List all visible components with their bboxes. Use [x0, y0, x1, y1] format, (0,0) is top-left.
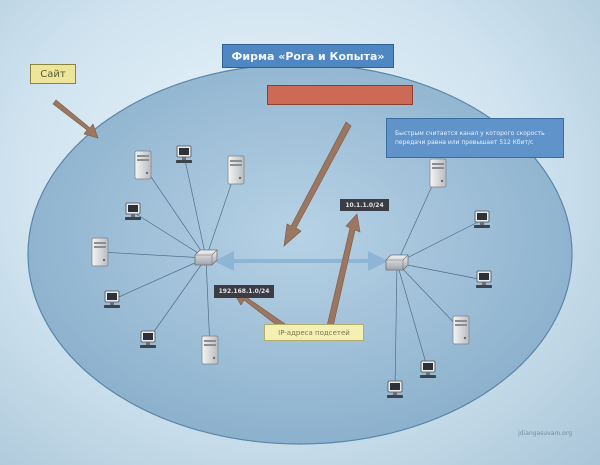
right-server-icon: [429, 158, 447, 188]
subnet-right-label: 10.1.1.0/24: [340, 199, 389, 211]
page-title: Фирма «Рога и Копыта»: [222, 44, 394, 68]
right-workstation-icon: [387, 380, 403, 398]
right-server-icon: [452, 315, 470, 345]
speed-info-line-2: передачи равна или превышает 512 Кбит/с: [395, 139, 534, 146]
speed-info-box: Быстрым считается канал у которого скоро…: [386, 118, 564, 158]
right-workstation-icon: [474, 210, 490, 228]
speed-info-line-1: Быстрым считается канал у которого скоро…: [395, 130, 545, 137]
left-server-icon: [91, 237, 109, 267]
ip-addresses-label: IP-адреса подсетей: [264, 324, 364, 341]
site-label: Сайт: [30, 64, 76, 84]
subnet-left-label: 192.168.1.0/24: [214, 285, 274, 298]
left-workstation-icon: [125, 202, 141, 220]
left-workstation-icon: [140, 330, 156, 348]
left-server-icon: [227, 155, 245, 185]
left-workstation-icon: [104, 290, 120, 308]
site-arrow: [52, 99, 99, 139]
right-workstation-icon: [420, 360, 436, 378]
left-server-icon: [201, 335, 219, 365]
red-label-box: [267, 85, 413, 105]
left-workstation-icon: [176, 145, 192, 163]
left-switch-icon: [194, 249, 218, 266]
right-switch-icon: [385, 254, 409, 271]
watermark: jdiangasuvam.org: [518, 429, 572, 437]
left-server-icon: [134, 150, 152, 180]
right-workstation-icon: [476, 270, 492, 288]
network-diagram: [27, 63, 573, 445]
